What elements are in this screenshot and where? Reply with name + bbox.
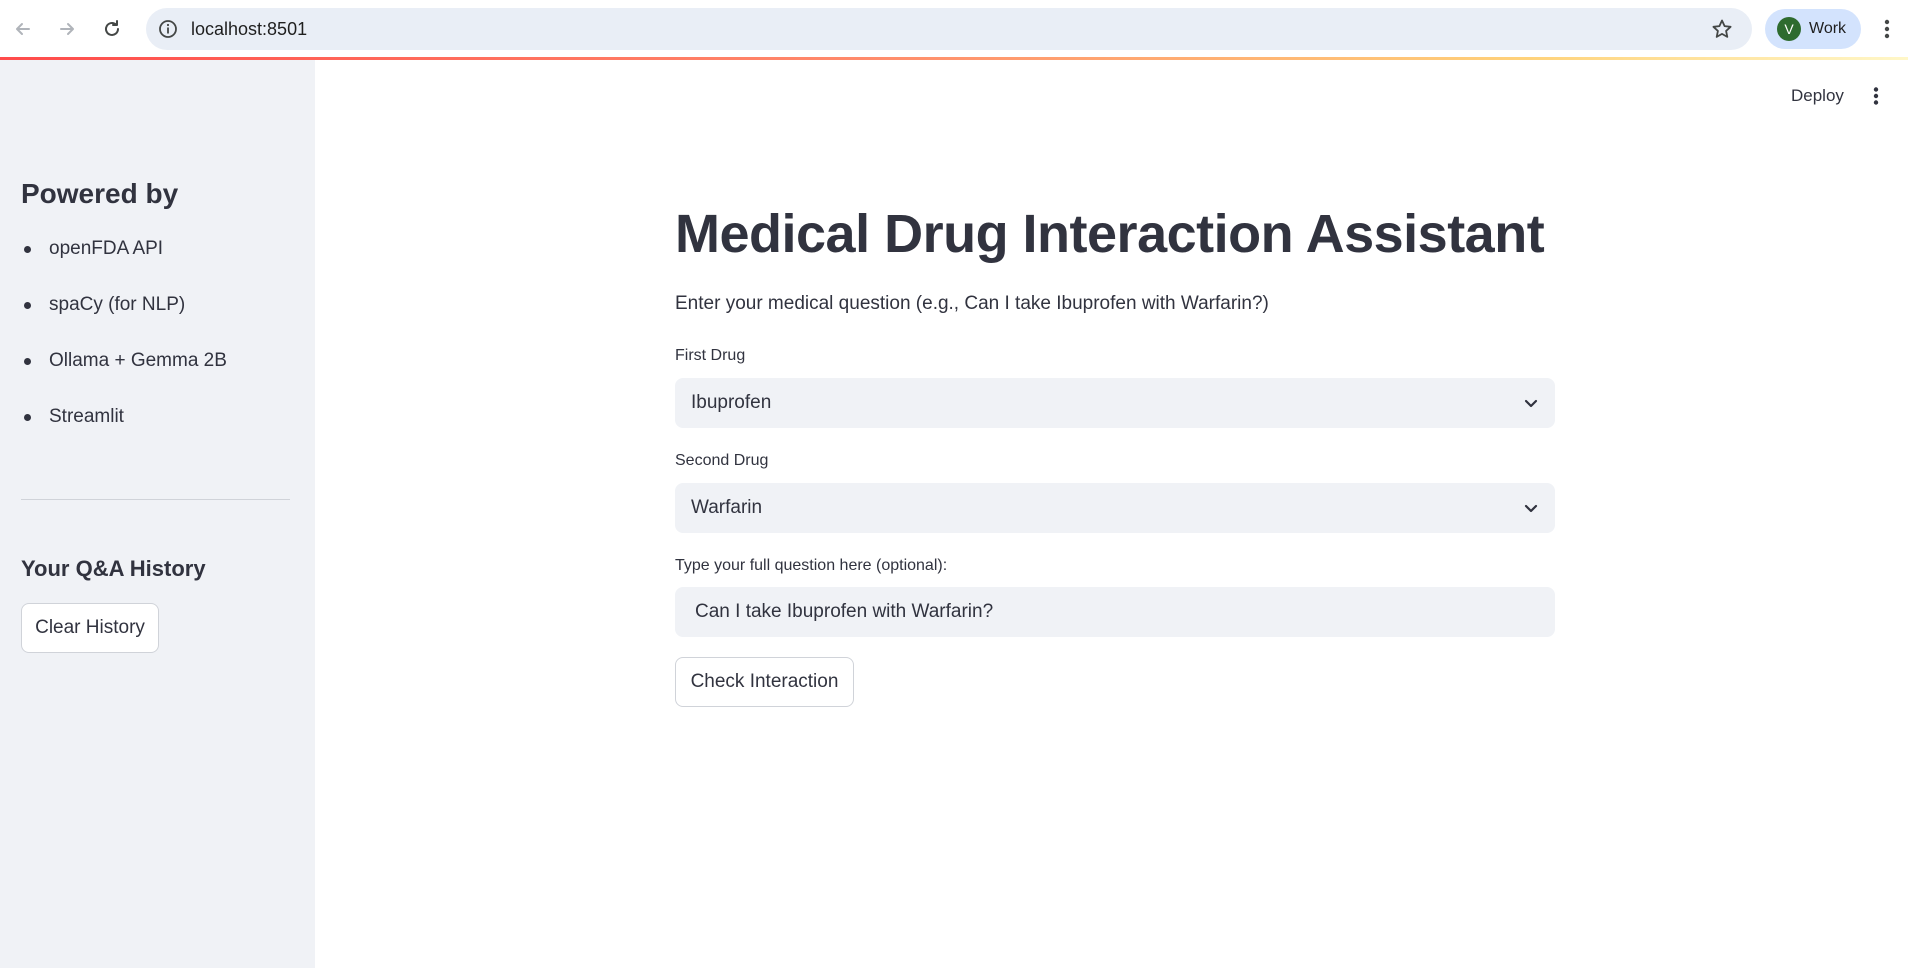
first-drug-select[interactable]: Ibuprofen bbox=[675, 378, 1555, 428]
list-item: Ollama + Gemma 2B bbox=[21, 350, 227, 406]
deploy-button[interactable]: Deploy bbox=[1791, 86, 1844, 106]
bullet-icon bbox=[24, 246, 31, 253]
list-item: spaCy (for NLP) bbox=[21, 294, 227, 350]
browser-toolbar: localhost:8501 V Work bbox=[0, 0, 1908, 58]
bookmark-star-icon[interactable] bbox=[1710, 17, 1734, 41]
bullet-icon bbox=[24, 358, 31, 365]
chevron-down-icon bbox=[1521, 393, 1541, 413]
sidebar-divider bbox=[21, 499, 290, 500]
second-drug-label: Second Drug bbox=[675, 452, 769, 469]
url-text: localhost:8501 bbox=[191, 19, 308, 39]
question-input[interactable] bbox=[675, 587, 1555, 637]
back-arrow-icon[interactable] bbox=[7, 13, 39, 45]
check-interaction-button[interactable]: Check Interaction bbox=[675, 657, 854, 707]
sidebar-heading: Powered by bbox=[21, 178, 179, 209]
second-drug-value: Warfarin bbox=[691, 497, 763, 518]
second-drug-select[interactable]: Warfarin bbox=[675, 483, 1555, 533]
question-label: Type your full question here (optional): bbox=[675, 557, 948, 574]
profile-chip[interactable]: V Work bbox=[1765, 9, 1861, 49]
reload-icon[interactable] bbox=[96, 13, 128, 45]
list-item-label: spaCy (for NLP) bbox=[49, 294, 186, 315]
sidebar-list: openFDA API spaCy (for NLP) Ollama + Gem… bbox=[21, 238, 227, 462]
avatar: V bbox=[1777, 17, 1801, 41]
list-item: Streamlit bbox=[21, 406, 227, 462]
first-drug-label: First Drug bbox=[675, 347, 746, 364]
site-info-icon[interactable] bbox=[156, 17, 180, 41]
forward-arrow-icon[interactable] bbox=[51, 13, 83, 45]
list-item-label: Ollama + Gemma 2B bbox=[49, 350, 227, 371]
history-heading: Your Q&A History bbox=[21, 556, 206, 581]
chevron-down-icon bbox=[1521, 498, 1541, 518]
page-title: Medical Drug Interaction Assistant bbox=[675, 204, 1545, 264]
list-item-label: openFDA API bbox=[49, 238, 164, 259]
clear-history-button[interactable]: Clear History bbox=[21, 603, 159, 653]
browser-menu-icon[interactable] bbox=[1875, 14, 1899, 44]
list-item: openFDA API bbox=[21, 238, 227, 294]
bullet-icon bbox=[24, 302, 31, 309]
sidebar: Powered by openFDA API spaCy (for NLP) O… bbox=[0, 60, 315, 968]
address-bar[interactable]: localhost:8501 bbox=[146, 8, 1752, 50]
first-drug-value: Ibuprofen bbox=[691, 392, 772, 413]
bullet-icon bbox=[24, 414, 31, 421]
profile-label: Work bbox=[1809, 20, 1847, 37]
list-item-label: Streamlit bbox=[49, 406, 124, 427]
page-subtitle: Enter your medical question (e.g., Can I… bbox=[675, 293, 1269, 314]
app-menu-icon[interactable] bbox=[1866, 84, 1886, 108]
